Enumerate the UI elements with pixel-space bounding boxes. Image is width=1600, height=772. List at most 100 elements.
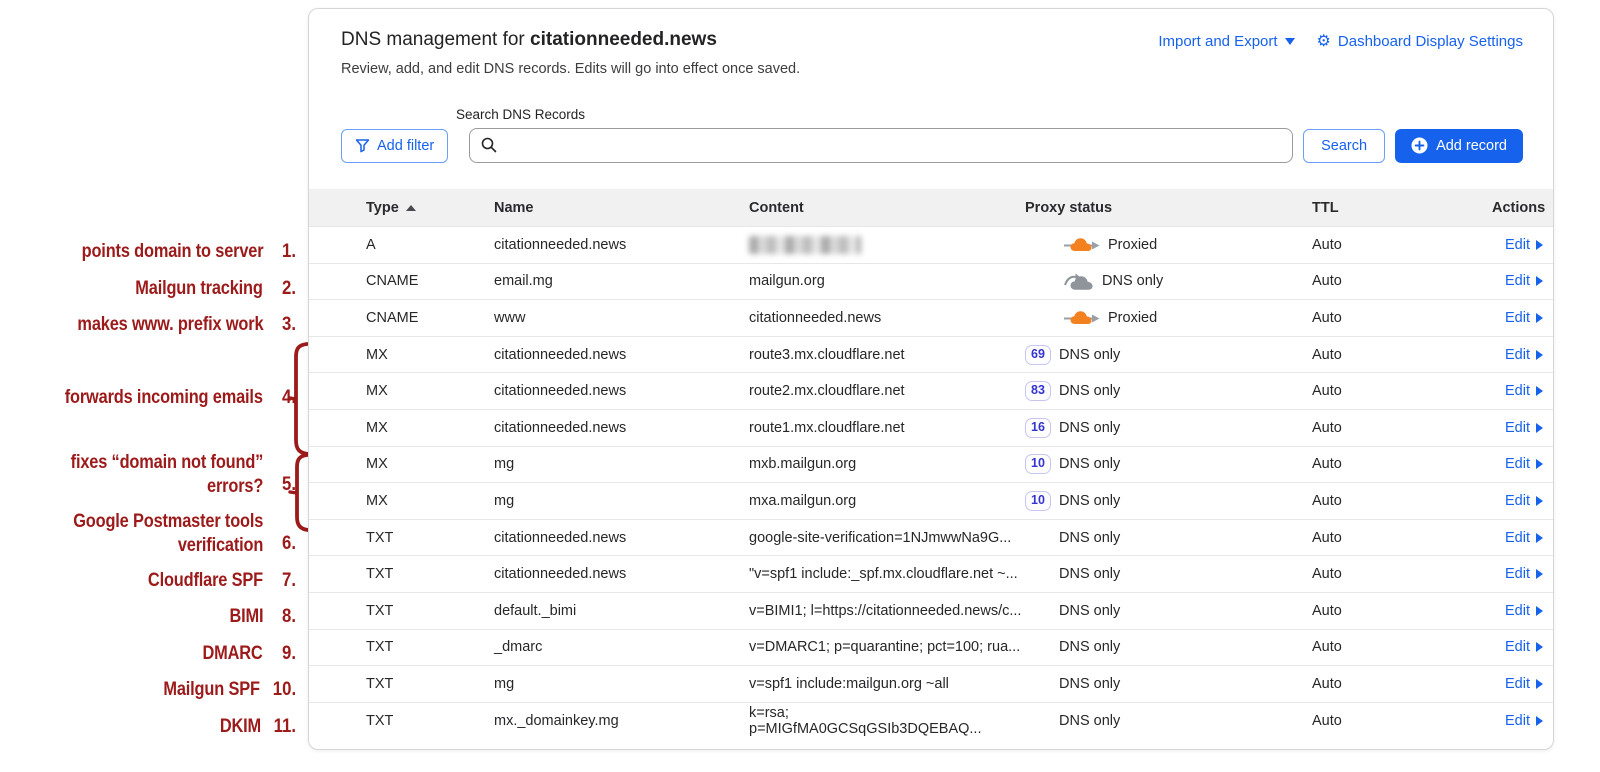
search-button[interactable]: Search	[1303, 128, 1386, 163]
record-proxy-status: DNS only	[1025, 676, 1312, 692]
annotation-number: 9.	[282, 641, 296, 664]
annotation-4: forwards incoming emails 4.	[0, 386, 296, 410]
column-header-content[interactable]: Content	[749, 200, 1025, 216]
edit-button[interactable]: Edit	[1505, 713, 1543, 729]
record-type: MX	[366, 456, 388, 473]
screen: points domain to server 1. Mailgun trackin…	[0, 0, 1600, 772]
annotation-number: 7.	[282, 568, 296, 591]
column-header-ttl[interactable]: TTL	[1312, 200, 1492, 216]
record-content: v=spf1 include:mailgun.org ~all	[749, 675, 949, 692]
record-proxy-status: DNS only	[1025, 639, 1312, 655]
edit-button[interactable]: Edit	[1505, 420, 1543, 436]
table-row: TXT mx._domainkey.mg k=rsa; p=MIGfMA0GCSqG…	[309, 701, 1553, 739]
record-name: citationneeded.news	[494, 529, 627, 546]
proxy-status-label: Proxied	[1108, 236, 1158, 253]
table-row: MX mg mxb.mailgun.org 10 DNS only Auto Edit	[309, 445, 1553, 483]
table-row: MX citationneeded.news route1.mx.cloudflar…	[309, 408, 1553, 446]
record-content: "v=spf1 include:_spf.mx.cloudflare.net ~…	[749, 566, 1018, 583]
search-icon	[481, 137, 497, 153]
annotation-label: makes www. prefix work	[77, 313, 263, 335]
table-row: CNAME www citationneeded.news Proxied Auto Ed…	[309, 299, 1553, 336]
record-ttl: Auto	[1312, 529, 1342, 546]
record-ttl: Auto	[1312, 639, 1342, 656]
table-row: MX citationneeded.news route3.mx.cloudflar…	[309, 335, 1553, 373]
edit-button[interactable]: Edit	[1505, 273, 1543, 289]
proxied-cloud-icon	[1064, 238, 1100, 252]
record-ttl: Auto	[1312, 419, 1342, 436]
record-name: mx._domainkey.mg	[494, 712, 619, 729]
record-ttl: Auto	[1312, 346, 1342, 363]
mx-priority-badge: 16	[1025, 417, 1051, 438]
record-type: TXT	[366, 566, 394, 583]
record-proxy-status: DNS only	[1025, 713, 1312, 729]
record-ttl: Auto	[1312, 309, 1342, 326]
edit-chevron-icon	[1536, 495, 1543, 506]
record-proxy-status: 16 DNS only	[1025, 417, 1312, 438]
edit-button[interactable]: Edit	[1505, 310, 1543, 326]
record-proxy-status: 10 DNS only	[1025, 490, 1312, 511]
record-name: mg	[494, 456, 515, 473]
proxy-status-label: DNS only	[1059, 383, 1121, 400]
add-filter-button[interactable]: Add filter	[341, 128, 449, 163]
record-proxy-status: DNS only	[1025, 272, 1312, 291]
record-ttl: Auto	[1312, 456, 1342, 473]
record-name: citationneeded.news	[494, 236, 627, 253]
mx-priority-badge: 10	[1025, 454, 1051, 475]
edit-chevron-icon	[1536, 422, 1543, 433]
mx-priority-badge: 83	[1025, 381, 1051, 402]
record-proxy-status: Proxied	[1025, 309, 1312, 326]
record-name: citationneeded.news	[494, 383, 627, 400]
column-header-name[interactable]: Name	[494, 200, 749, 216]
record-name: mg	[494, 675, 515, 692]
record-type: TXT	[366, 675, 394, 692]
search-field-label: Search DNS Records	[456, 107, 586, 122]
table-row: TXT citationneeded.news "v=spf1 include:_s…	[309, 555, 1553, 592]
edit-button[interactable]: Edit	[1505, 530, 1543, 546]
edit-button[interactable]: Edit	[1505, 493, 1543, 509]
edit-button[interactable]: Edit	[1505, 383, 1543, 399]
mx-priority-badge: 69	[1025, 344, 1051, 365]
chevron-down-icon	[1284, 38, 1295, 45]
record-name: _dmarc	[494, 639, 543, 656]
column-header-proxy-status[interactable]: Proxy status	[1025, 200, 1312, 216]
table-row: TXT mg v=spf1 include:mailgun.org ~all DNS …	[309, 665, 1553, 702]
sort-ascending-icon	[405, 204, 416, 211]
dashboard-display-settings-link[interactable]: ⚙ Dashboard Display Settings	[1317, 33, 1523, 50]
edit-button[interactable]: Edit	[1505, 347, 1543, 363]
import-export-link[interactable]: Import and Export	[1158, 33, 1295, 50]
column-header-type[interactable]: Type	[309, 200, 494, 216]
record-name: citationneeded.news	[494, 419, 627, 436]
proxy-status-label: DNS only	[1059, 712, 1121, 729]
proxy-status-label: DNS only	[1059, 492, 1121, 509]
annotation-6: Google Postmaster tools verification 6.	[0, 510, 296, 558]
record-content: route3.mx.cloudflare.net	[749, 346, 905, 363]
edit-label: Edit	[1505, 712, 1530, 729]
edit-button[interactable]: Edit	[1505, 603, 1543, 619]
search-input[interactable]	[469, 128, 1294, 163]
annotation-number: 3.	[282, 313, 296, 336]
record-type: A	[366, 236, 376, 253]
edit-chevron-icon	[1536, 312, 1543, 323]
record-name: citationneeded.news	[494, 346, 627, 363]
edit-button[interactable]: Edit	[1505, 639, 1543, 655]
edit-button[interactable]: Edit	[1505, 566, 1543, 582]
annotation-number: 1.	[282, 240, 296, 263]
annotation-label: BIMI	[229, 605, 263, 627]
add-record-button[interactable]: Add record	[1395, 128, 1523, 163]
table-row: TXT citationneeded.news google-site-verifi…	[309, 518, 1553, 556]
table-header-row: Type Name Content Proxy status TTL Actio…	[309, 189, 1553, 226]
annotation-label: forwards incoming emails	[64, 386, 263, 408]
edit-label: Edit	[1505, 273, 1530, 290]
zone-name: citationneeded.news	[530, 29, 717, 50]
edit-button[interactable]: Edit	[1505, 676, 1543, 692]
edit-label: Edit	[1505, 346, 1530, 363]
edit-button[interactable]: Edit	[1505, 237, 1543, 253]
proxy-status-label: DNS only	[1059, 639, 1121, 656]
record-proxy-status: Proxied	[1025, 236, 1312, 253]
record-type: TXT	[366, 602, 394, 619]
annotation-5: fixes “domain not found” errors? 5.	[0, 451, 296, 499]
annotation-3: makes www. prefix work 3.	[0, 313, 296, 337]
annotation-7: Cloudflare SPF 7.	[0, 569, 296, 593]
edit-button[interactable]: Edit	[1505, 456, 1543, 472]
annotation-number: 11.	[273, 714, 296, 737]
